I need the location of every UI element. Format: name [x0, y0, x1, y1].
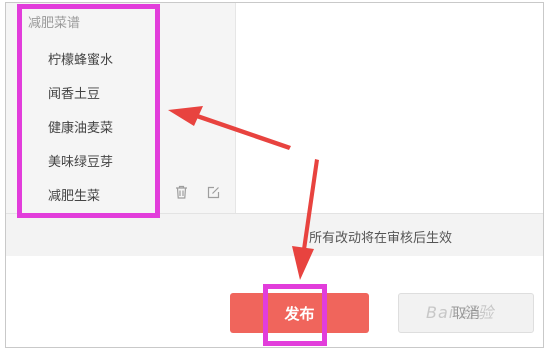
menu-title: 减肥菜谱 [28, 16, 81, 31]
menu-item-bean-sprouts[interactable]: 美味绿豆芽 [48, 151, 113, 170]
trash-icon[interactable] [174, 185, 188, 199]
edit-icon[interactable] [206, 185, 220, 199]
menu-item-healthy-lettuce[interactable]: 健康油麦菜 [48, 117, 113, 136]
menu-item-diet-lettuce[interactable]: 减肥生菜 [48, 185, 100, 204]
recipe-menu-panel [6, 3, 236, 213]
review-notice: 所有改动将在审核后生效 [309, 231, 453, 246]
watermark: Bai 经验 [426, 303, 495, 322]
publish-button[interactable]: 发布 [230, 293, 369, 333]
menu-item-lemon-honey-water[interactable]: 柠檬蜂蜜水 [48, 49, 113, 68]
notice-strip [6, 213, 543, 256]
menu-item-fragrant-potato[interactable]: 闻香土豆 [48, 83, 100, 102]
dialog-frame: 减肥菜谱 柠檬蜂蜜水 闻香土豆 健康油麦菜 美味绿豆芽 减肥生菜 所有改动将在审… [5, 2, 544, 348]
panel-divider [235, 3, 236, 213]
